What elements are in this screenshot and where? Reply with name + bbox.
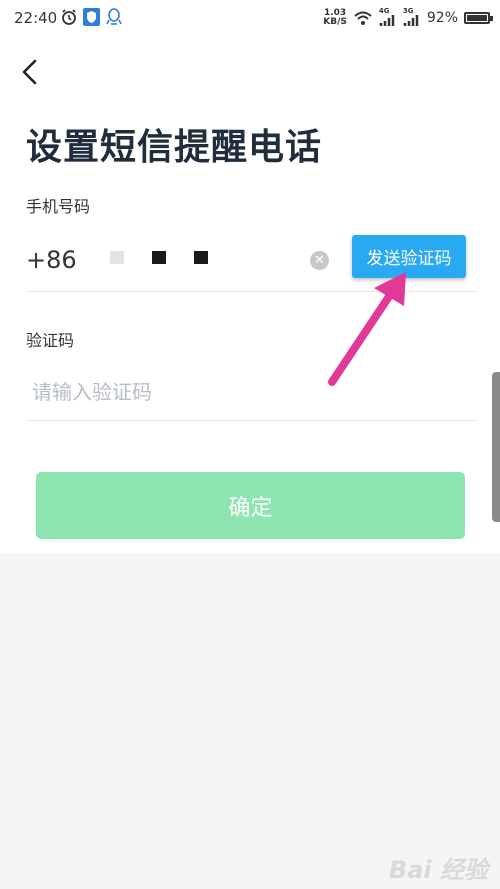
battery-fill <box>467 15 488 21</box>
country-code: +86 <box>26 246 77 274</box>
watermark-text: Bai 经验 <box>388 856 488 884</box>
watermark: Bai 经验 <box>389 850 488 885</box>
status-time: 22:40 <box>14 9 58 27</box>
page-title: 设置短信提醒电话 <box>26 127 323 168</box>
battery-icon <box>464 12 493 24</box>
annotation-arrow-icon <box>328 272 406 386</box>
back-arrow-icon[interactable] <box>16 58 44 86</box>
status-right: 1.03 KB/S 4G 3G 92% <box>323 7 493 27</box>
masked-digit <box>152 251 166 264</box>
alarm-icon <box>62 9 76 25</box>
status-bar: 22:40 1.03 KB/S 4G 3G 92% <box>0 0 500 36</box>
battery-percent: 92% <box>426 10 458 26</box>
signal-4g-icon: 4G <box>379 7 397 26</box>
code-label: 验证码 <box>26 331 75 350</box>
shield-app-icon <box>83 8 100 26</box>
page-card: 22:40 1.03 KB/S 4G 3G 92% 设置短信提醒电话 手机号码 … <box>0 0 500 553</box>
code-divider <box>26 420 476 421</box>
clear-phone-icon[interactable]: ✕ <box>310 251 329 270</box>
confirm-button[interactable]: 确定 <box>36 472 465 539</box>
scroll-indicator[interactable] <box>492 372 500 522</box>
masked-digit <box>110 251 124 264</box>
signal-3g-icon: 3G <box>403 7 421 26</box>
phone-label: 手机号码 <box>26 197 91 216</box>
net-speed: 1.03 KB/S <box>323 9 347 27</box>
net-speed-unit: KB/S <box>323 17 347 27</box>
qq-icon <box>106 8 122 25</box>
wifi-icon <box>354 11 372 25</box>
masked-digit <box>194 251 208 264</box>
